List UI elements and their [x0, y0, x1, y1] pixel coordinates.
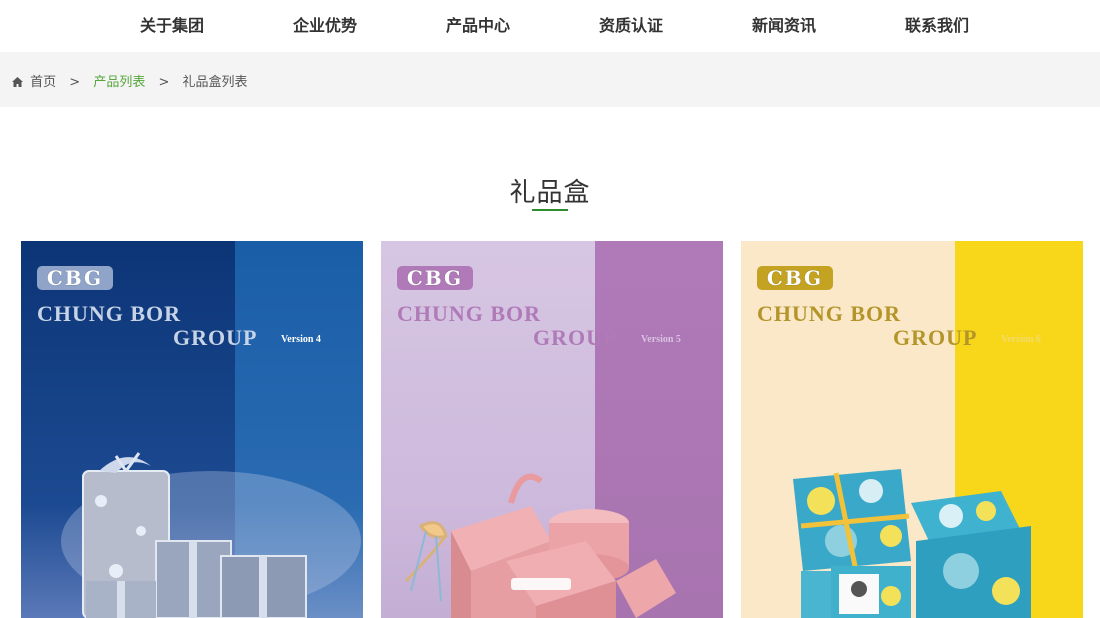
breadcrumb-bar: 首页 > 产品列表 > 礼品盒列表: [0, 52, 1100, 107]
nav-item-advantages[interactable]: 企业优势: [293, 12, 357, 36]
brand-name-line2: GROUP: [533, 325, 618, 350]
page-title: 礼品盒: [509, 178, 591, 208]
brand-name-line1: CHUNG BOR: [397, 301, 542, 326]
top-navigation: 关于集团 企业优势 产品中心 资质认证 新闻资讯 联系我们: [0, 0, 1100, 52]
gift-box-product-image: [793, 469, 1031, 618]
nav-item-about[interactable]: 关于集团: [140, 12, 204, 36]
cbg-logo: CBG: [37, 266, 113, 290]
brand-name-line1: CHUNG BOR: [757, 301, 902, 326]
version-label: Version 4: [281, 334, 321, 345]
nav-item-contact[interactable]: 联系我们: [905, 12, 969, 36]
version-label: Version 5: [641, 334, 681, 345]
nav-item-news[interactable]: 新闻资讯: [752, 12, 816, 36]
gift-box-product-image: [61, 452, 361, 618]
breadcrumb-separator: >: [69, 75, 81, 90]
home-icon: [12, 75, 30, 90]
product-card-version-4[interactable]: CBG CHUNG BOR GROUP Version 4: [21, 241, 363, 618]
breadcrumb-separator: >: [158, 75, 170, 90]
breadcrumb-home-link[interactable]: 首页: [30, 75, 56, 90]
brand-name-line2: GROUP: [173, 325, 258, 350]
brand-name-line1: CHUNG BOR: [37, 301, 182, 326]
cbg-logo: CBG: [757, 266, 833, 290]
product-card-version-5[interactable]: CBG CHUNG BOR GROUP Version 5: [381, 241, 723, 618]
product-card-version-6[interactable]: CBG CHUNG BOR GROUP Version 6: [741, 241, 1083, 618]
gift-box-product-image: [404, 473, 676, 618]
brand-name-line2: GROUP: [893, 325, 978, 350]
breadcrumb-product-list-link[interactable]: 产品列表: [93, 75, 145, 90]
title-underline: [532, 209, 568, 211]
cbg-logo: CBG: [397, 266, 473, 290]
nav-item-products[interactable]: 产品中心: [446, 12, 510, 36]
breadcrumb-current: 礼品盒列表: [182, 75, 248, 90]
nav-item-certification[interactable]: 资质认证: [599, 12, 663, 36]
breadcrumb: 首页 > 产品列表 > 礼品盒列表: [12, 71, 248, 90]
version-label: Version 6: [1001, 334, 1041, 345]
